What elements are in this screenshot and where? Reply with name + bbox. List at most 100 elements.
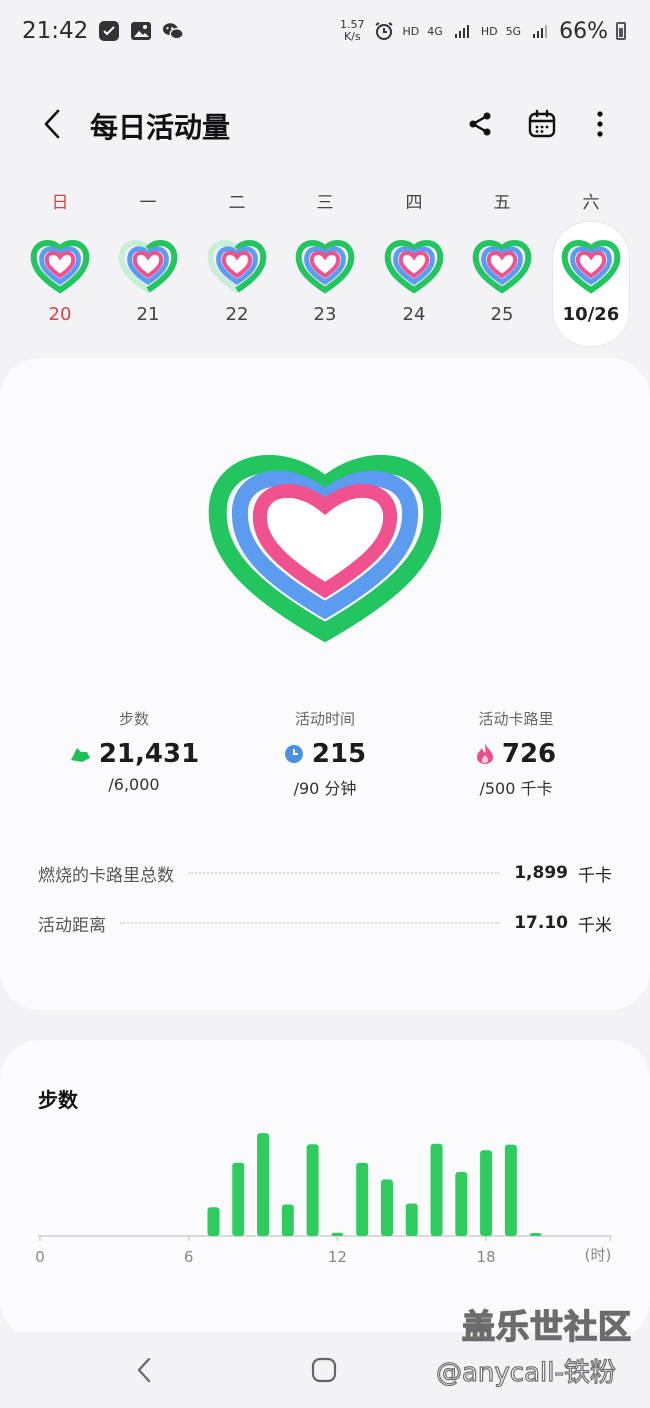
watermark-line2: @anycall-铁粉: [435, 1357, 616, 1388]
activity-heart-icon: [561, 238, 621, 294]
chevron-left-icon: [44, 109, 60, 139]
day-date-label: 21: [136, 304, 160, 325]
active-time-goal: /90 分钟: [293, 779, 357, 798]
week-selector: 日 20 一 21 二 22 三 23 四 24 五 25 六 10/26: [14, 180, 634, 346]
steps-bar-hour-19: [504, 1144, 517, 1236]
stat-steps: 步数 21,431 /6,000: [34, 708, 234, 794]
day-date-label: 25: [490, 304, 514, 325]
back-button[interactable]: [32, 104, 72, 144]
calendar-button[interactable]: [522, 104, 562, 144]
nav-home-button[interactable]: [304, 1352, 344, 1388]
signal-icon-2: [529, 20, 551, 42]
day-wed[interactable]: 三 23: [287, 180, 363, 346]
nav-back-button[interactable]: [124, 1352, 164, 1388]
wechat-icon: [162, 20, 185, 42]
watermark-line1: 盖乐世社区: [461, 1306, 632, 1347]
share-button[interactable]: [460, 104, 500, 144]
distance-label: 活动距离: [38, 915, 106, 936]
activity-heart-icon: [295, 238, 355, 294]
steps-bar-hour-9: [257, 1133, 270, 1236]
day-sun[interactable]: 日 20: [22, 180, 98, 346]
more-vertical-icon: [597, 111, 603, 137]
day-of-week-label: 二: [228, 193, 246, 213]
x-tick-label: 18: [477, 1248, 496, 1266]
steps-goal: /6,000: [108, 775, 160, 794]
net-speed: 1.57 K/s: [340, 19, 365, 43]
gallery-icon: [130, 20, 152, 42]
steps-bar-hour-18: [480, 1150, 493, 1236]
battery-percent: 66%: [559, 18, 608, 44]
steps-bar-hour-17: [455, 1172, 468, 1236]
nav-home-icon: [311, 1357, 337, 1383]
day-sat-selected[interactable]: 六 10/26: [553, 193, 629, 346]
day-date-label: 23: [313, 304, 337, 325]
x-tick-label: 6: [184, 1248, 194, 1266]
nav-back-icon: [137, 1357, 151, 1383]
day-date-label: 20: [48, 304, 72, 325]
steps-label: 步数: [118, 710, 149, 728]
hd-label-2: HD: [480, 24, 498, 38]
alarm-icon: [373, 20, 395, 42]
activity-summary-card: 步数 21,431 /6,000 活动时间 215 /90 分钟 活动卡路里 7…: [0, 358, 650, 1010]
day-thu[interactable]: 四 24: [376, 180, 452, 346]
day-of-week-label: 五: [493, 193, 511, 213]
total-calories-value: 1,899: [514, 863, 568, 883]
stats-row: 步数 21,431 /6,000 活动时间 215 /90 分钟 活动卡路里 7…: [0, 708, 650, 808]
dotted-leader: [120, 922, 501, 924]
steps-bar-hour-12: [331, 1232, 344, 1236]
total-calories-row: 燃烧的卡路里总数 1,899 千卡: [38, 858, 612, 888]
steps-bar-hour-15: [405, 1203, 418, 1236]
activity-heart-icon: [118, 238, 178, 294]
active-calories-label: 活动卡路里: [478, 710, 554, 728]
day-date-label: 22: [225, 304, 249, 325]
day-of-week-label: 六: [582, 193, 600, 213]
total-calories-label: 燃烧的卡路里总数: [38, 865, 174, 886]
day-tue[interactable]: 二 22: [199, 180, 275, 346]
day-of-week-label: 四: [405, 193, 423, 213]
steps-chart-card[interactable]: 步数 0 6 12 18 (时): [0, 1040, 650, 1340]
steps-bar-hour-13: [356, 1162, 369, 1236]
app-notification-icon: [98, 20, 120, 42]
battery-icon: [616, 22, 626, 40]
steps-bar-hour-7: [207, 1207, 220, 1236]
steps-bar-hour-16: [430, 1143, 443, 1236]
x-axis-unit-label: (时): [585, 1246, 612, 1264]
activity-rings-heart: [208, 454, 442, 643]
clock-icon: [284, 745, 303, 763]
steps-bar-hour-11: [306, 1144, 319, 1236]
day-of-week-label: 日: [51, 193, 69, 213]
activity-heart-icon: [207, 238, 267, 294]
stat-active-time: 活动时间 215 /90 分钟: [225, 708, 425, 799]
activity-heart-icon: [472, 238, 532, 294]
day-date-label: 10/26: [562, 304, 620, 325]
shoe-icon: [70, 748, 90, 762]
steps-bar-hour-8: [232, 1162, 245, 1236]
distance-value: 17.10: [514, 913, 568, 933]
page-title: 每日活动量: [90, 111, 231, 144]
x-tick-label: 0: [35, 1248, 45, 1266]
more-options-button[interactable]: [580, 104, 620, 144]
day-of-week-label: 一: [139, 193, 157, 213]
day-mon[interactable]: 一 21: [110, 180, 186, 346]
active-time-value: 215: [311, 739, 367, 769]
stat-active-calories: 活动卡路里 726 /500 千卡: [416, 708, 616, 799]
net-speed-unit: K/s: [343, 30, 361, 43]
flame-icon: [476, 744, 493, 764]
activity-heart-icon: [384, 238, 444, 294]
signal-icon-1: [451, 20, 473, 42]
day-fri[interactable]: 五 25: [464, 180, 540, 346]
active-calories-goal: /500 千卡: [479, 779, 553, 798]
steps-bar-chart: 0 6 12 18 (时): [35, 1133, 612, 1266]
calendar-icon: [528, 109, 556, 138]
steps-bar-hour-10: [281, 1204, 294, 1236]
network-5g-label: 5G: [505, 24, 522, 38]
app-header: 每日活动量: [0, 90, 650, 160]
active-calories-value: 726: [501, 739, 557, 769]
steps-value: 21,431: [98, 739, 200, 769]
hd-label-1: HD: [402, 24, 420, 38]
activity-heart-icon: [30, 238, 90, 294]
share-icon: [469, 112, 491, 136]
steps-bar-hour-20: [529, 1233, 542, 1236]
status-time: 21:42: [22, 18, 89, 44]
x-tick-label: 12: [328, 1248, 347, 1266]
